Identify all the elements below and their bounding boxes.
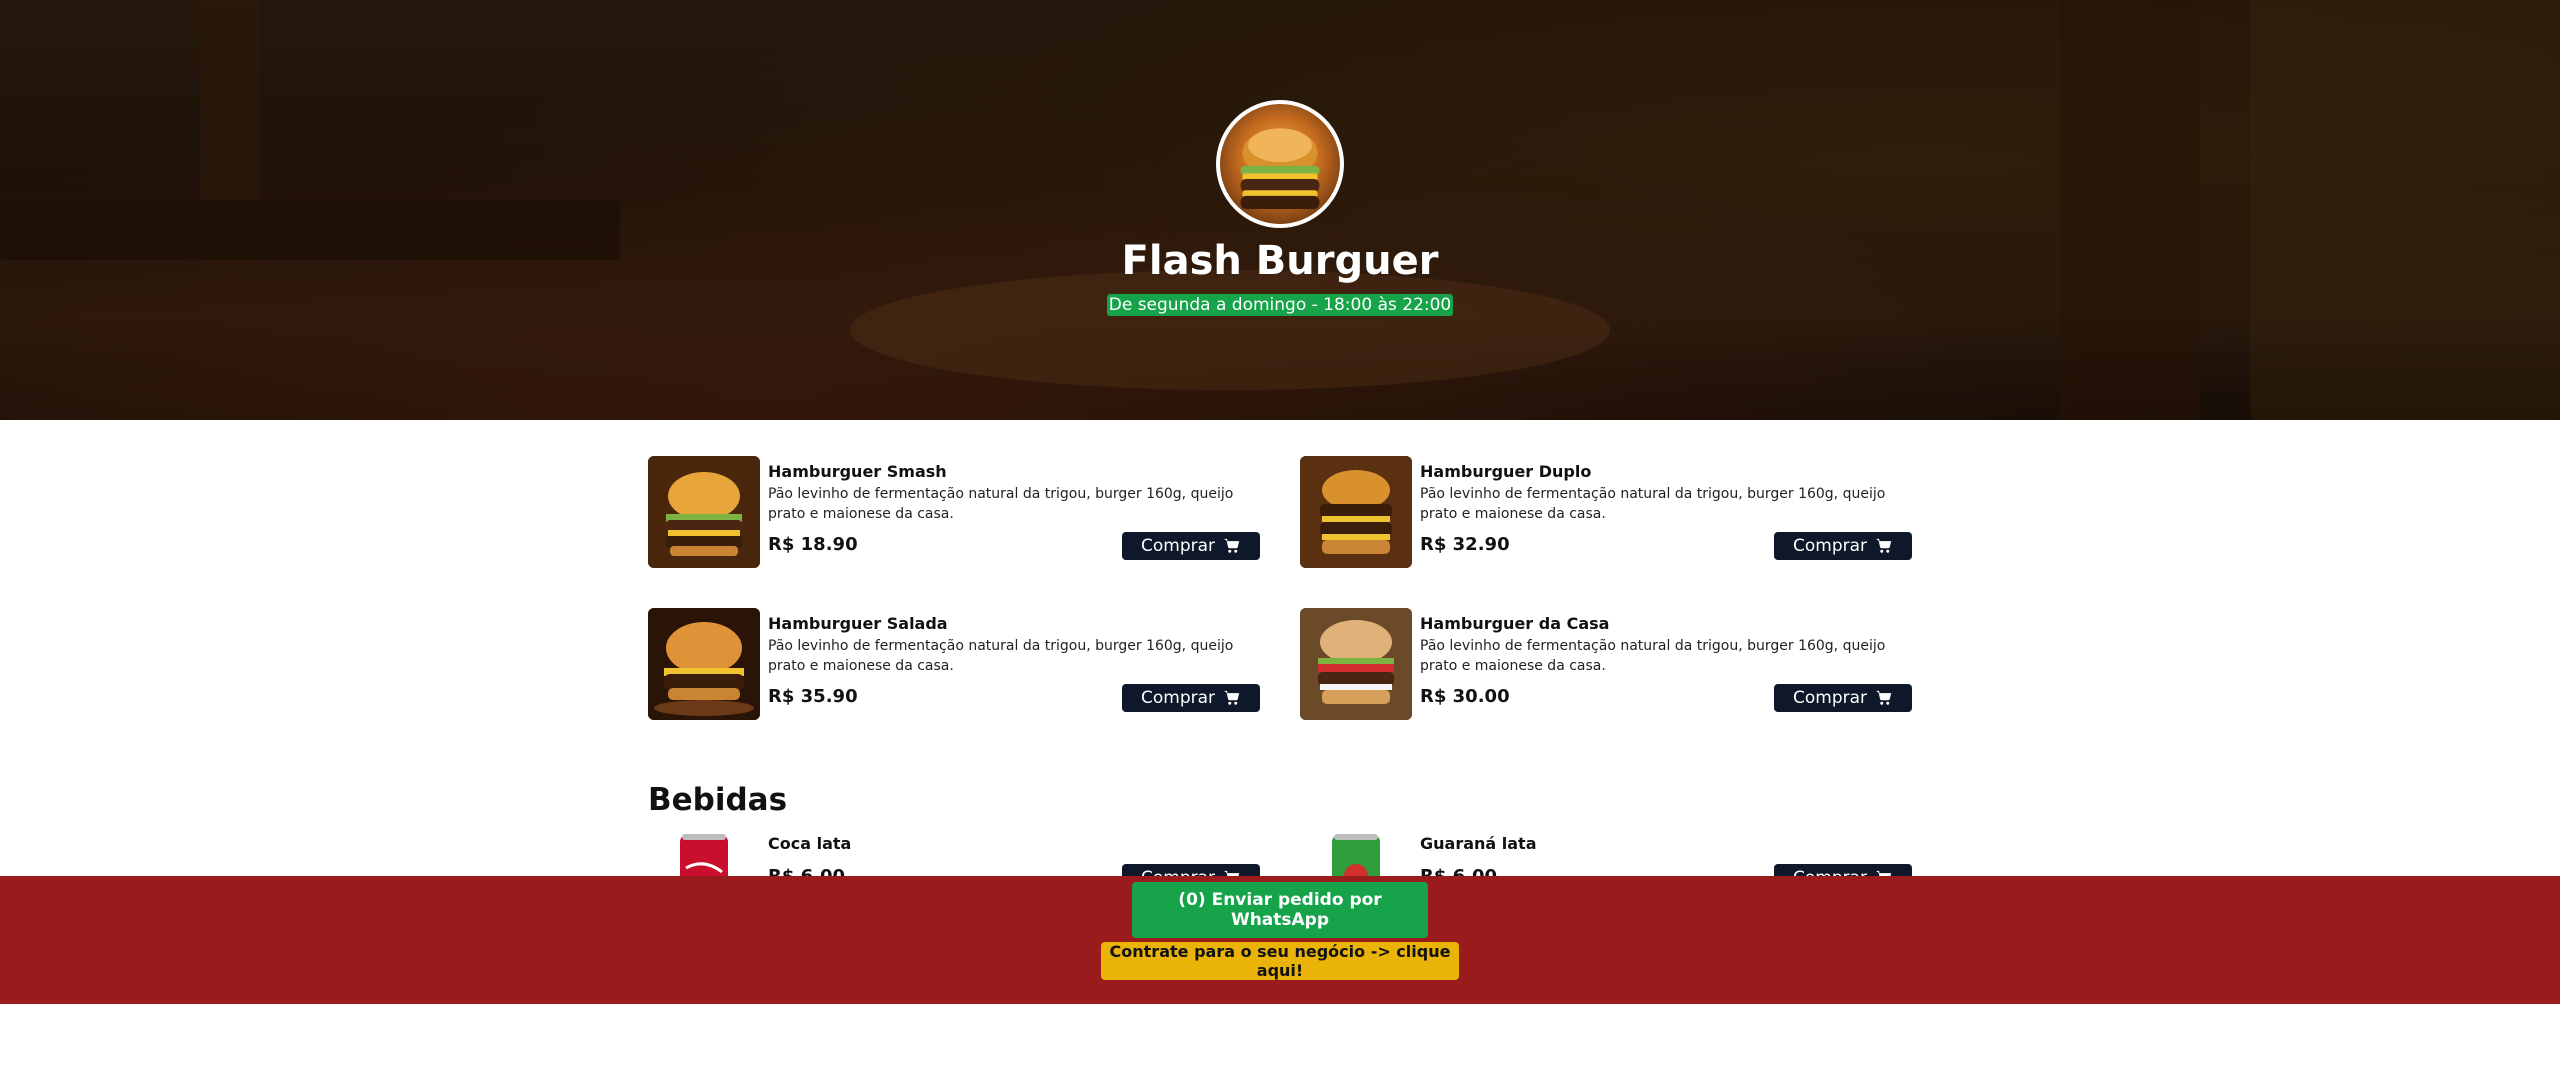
item-description: Pão levinho de fermentação natural da tr…	[768, 638, 1234, 674]
buy-label: Comprar	[1792, 688, 1868, 708]
buy-button[interactable]: Comprar	[1122, 684, 1260, 712]
item-name: Guaraná lata	[1420, 834, 1537, 853]
burger-image	[648, 456, 760, 568]
item-name: Hamburguer da Casa	[1420, 614, 1610, 633]
item-description: Pão levinho de fermentação natural da tr…	[1420, 638, 1886, 674]
whatsapp-order-button[interactable]: (0) Enviar pedido por WhatsApp	[1132, 882, 1428, 938]
item-name: Hamburguer Smash	[768, 462, 947, 481]
opening-hours-badge: De segunda a domingo - 18:00 às 22:00	[1106, 294, 1454, 316]
burger-image	[1300, 456, 1412, 568]
item-price: R$ 35.90	[768, 686, 858, 707]
burger-image	[1300, 608, 1412, 720]
hero-banner: Flash Burguer De segunda a domingo - 18:…	[0, 0, 2560, 420]
menu-item: Hamburguer Smash Pão levinho de fermenta…	[648, 456, 1260, 568]
cart-icon	[1876, 538, 1892, 553]
burger-image	[648, 608, 760, 720]
restaurant-name: Flash Burguer	[1121, 238, 1439, 284]
menu-item: Hamburguer da Casa Pão levinho de fermen…	[1300, 608, 1912, 720]
menu-item: Hamburguer Duplo Pão levinho de fermenta…	[1300, 456, 1912, 568]
cart-icon	[1224, 538, 1240, 553]
buy-button[interactable]: Comprar	[1122, 532, 1260, 560]
buy-button[interactable]: Comprar	[1774, 532, 1912, 560]
order-footer: (0) Enviar pedido por WhatsApp Contrate …	[0, 876, 2560, 1004]
item-price: R$ 30.00	[1420, 686, 1510, 707]
cart-icon	[1224, 690, 1240, 705]
buy-label: Comprar	[1792, 536, 1868, 556]
section-title-drinks: Bebidas	[648, 782, 788, 818]
item-name: Coca lata	[768, 834, 852, 853]
buy-button[interactable]: Comprar	[1774, 684, 1912, 712]
menu-item: Hamburguer Salada Pão levinho de ferment…	[648, 608, 1260, 720]
item-description: Pão levinho de fermentação natural da tr…	[768, 486, 1234, 522]
item-price: R$ 32.90	[1420, 534, 1510, 555]
item-description: Pão levinho de fermentação natural da tr…	[1420, 486, 1886, 522]
item-name: Hamburguer Duplo	[1420, 462, 1592, 481]
item-name: Hamburguer Salada	[768, 614, 948, 633]
buy-label: Comprar	[1140, 688, 1216, 708]
buy-label: Comprar	[1140, 536, 1216, 556]
cart-icon	[1876, 690, 1892, 705]
hire-link-button[interactable]: Contrate para o seu negócio -> clique aq…	[1101, 942, 1459, 980]
logo-image	[1216, 100, 1344, 228]
item-price: R$ 18.90	[768, 534, 858, 555]
